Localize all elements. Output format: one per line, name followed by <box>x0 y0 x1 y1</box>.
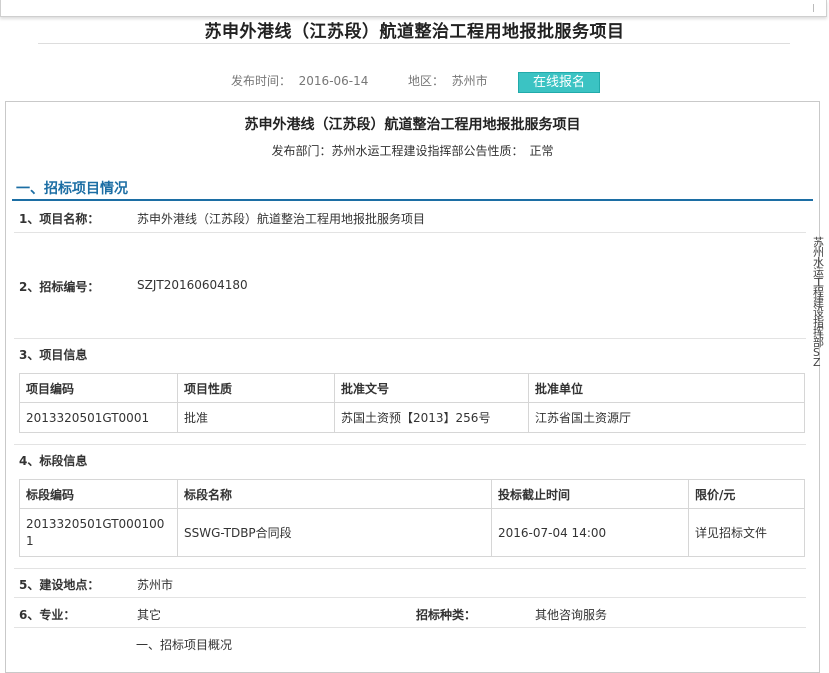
row-divider <box>14 597 806 598</box>
table-header: 标段编码 <box>19 479 178 509</box>
row-divider <box>14 338 806 339</box>
publish-label: 发布时间： <box>231 74 292 88</box>
apply-online-button[interactable]: 在线报名 <box>518 72 600 93</box>
table-header: 标段名称 <box>177 479 492 509</box>
tender-type-label: 招标种类： <box>416 608 477 622</box>
location-label: 5、建设地点： <box>19 578 100 592</box>
overview-heading: 一、招标项目概况 <box>136 638 233 652</box>
department-line: 发布部门：苏州水运工程建设指挥部公告性质： 正常 <box>271 144 554 158</box>
table-row: 2013320501GT0001001 SSWG-TDBP合同段 2016-07… <box>19 508 805 557</box>
table-cell: SSWG-TDBP合同段 <box>177 508 492 557</box>
publish-date: 2016-06-14 <box>298 74 369 88</box>
content-title: 苏申外港线（江苏段）航道整治工程用地报批服务项目 <box>244 117 581 133</box>
top-bar-handle <box>813 4 822 12</box>
specialty-label: 6、专业： <box>19 608 76 622</box>
location-value: 苏州市 <box>137 578 174 592</box>
table-cell: 详见招标文件 <box>688 508 805 557</box>
table-cell: 苏国土资预【2013】256号 <box>334 402 529 433</box>
row-divider <box>14 627 806 628</box>
table-header: 项目编码 <box>19 373 178 403</box>
table-cell: 批准 <box>177 402 335 433</box>
tender-no-value: SZJT20160604180 <box>137 278 248 292</box>
table-cell: 江苏省国土资源厅 <box>528 402 805 433</box>
table-cell: 2016-07-04 14:00 <box>491 508 689 557</box>
row-divider <box>14 444 806 445</box>
table-header: 投标截止时间 <box>491 479 689 509</box>
table-header: 批准单位 <box>528 373 805 403</box>
table-header-row: 标段编码 标段名称 投标截止时间 限价/元 <box>19 479 805 509</box>
project-name-label: 1、项目名称： <box>19 212 100 226</box>
project-info-label: 3、项目信息 <box>19 348 88 362</box>
project-name-value: 苏申外港线（江苏段）航道整治工程用地报批服务项目 <box>137 212 426 226</box>
side-vertical-text: 苏州水运工程建设指挥部SZ <box>813 236 824 369</box>
tender-no-label: 2、招标编号： <box>19 280 100 294</box>
publish-info: 发布时间： 2016-06-14 <box>231 72 368 89</box>
tender-type-value: 其他咨询服务 <box>535 608 608 622</box>
table-cell: 2013320501GT0001001 <box>19 508 178 557</box>
page-title: 苏申外港线（江苏段）航道整治工程用地报批服务项目 <box>204 22 625 42</box>
region-label: 地区： <box>408 74 445 88</box>
section-divider <box>12 199 813 201</box>
region-info: 地区： 苏州市 <box>408 72 488 89</box>
table-header-row: 项目编码 项目性质 批准文号 批准单位 <box>19 373 805 403</box>
section-info-table: 标段编码 标段名称 投标截止时间 限价/元 2013320501GT000100… <box>19 479 805 557</box>
title-divider <box>38 43 790 44</box>
section-info-label: 4、标段信息 <box>19 454 88 468</box>
table-cell: 2013320501GT0001 <box>19 402 178 433</box>
table-header: 项目性质 <box>177 373 335 403</box>
table-header: 限价/元 <box>688 479 805 509</box>
region-value: 苏州市 <box>451 74 488 88</box>
table-header: 批准文号 <box>334 373 529 403</box>
specialty-value: 其它 <box>137 608 162 622</box>
top-bar <box>0 0 827 17</box>
row-divider <box>14 568 806 569</box>
row-divider <box>14 232 806 233</box>
content-panel: 苏申外港线（江苏段）航道整治工程用地报批服务项目 发布部门：苏州水运工程建设指挥… <box>5 101 820 673</box>
table-row: 2013320501GT0001 批准 苏国土资预【2013】256号 江苏省国… <box>19 402 805 433</box>
section-heading: 一、招标项目情况 <box>16 181 128 197</box>
project-info-table: 项目编码 项目性质 批准文号 批准单位 2013320501GT0001 批准 … <box>19 373 805 433</box>
